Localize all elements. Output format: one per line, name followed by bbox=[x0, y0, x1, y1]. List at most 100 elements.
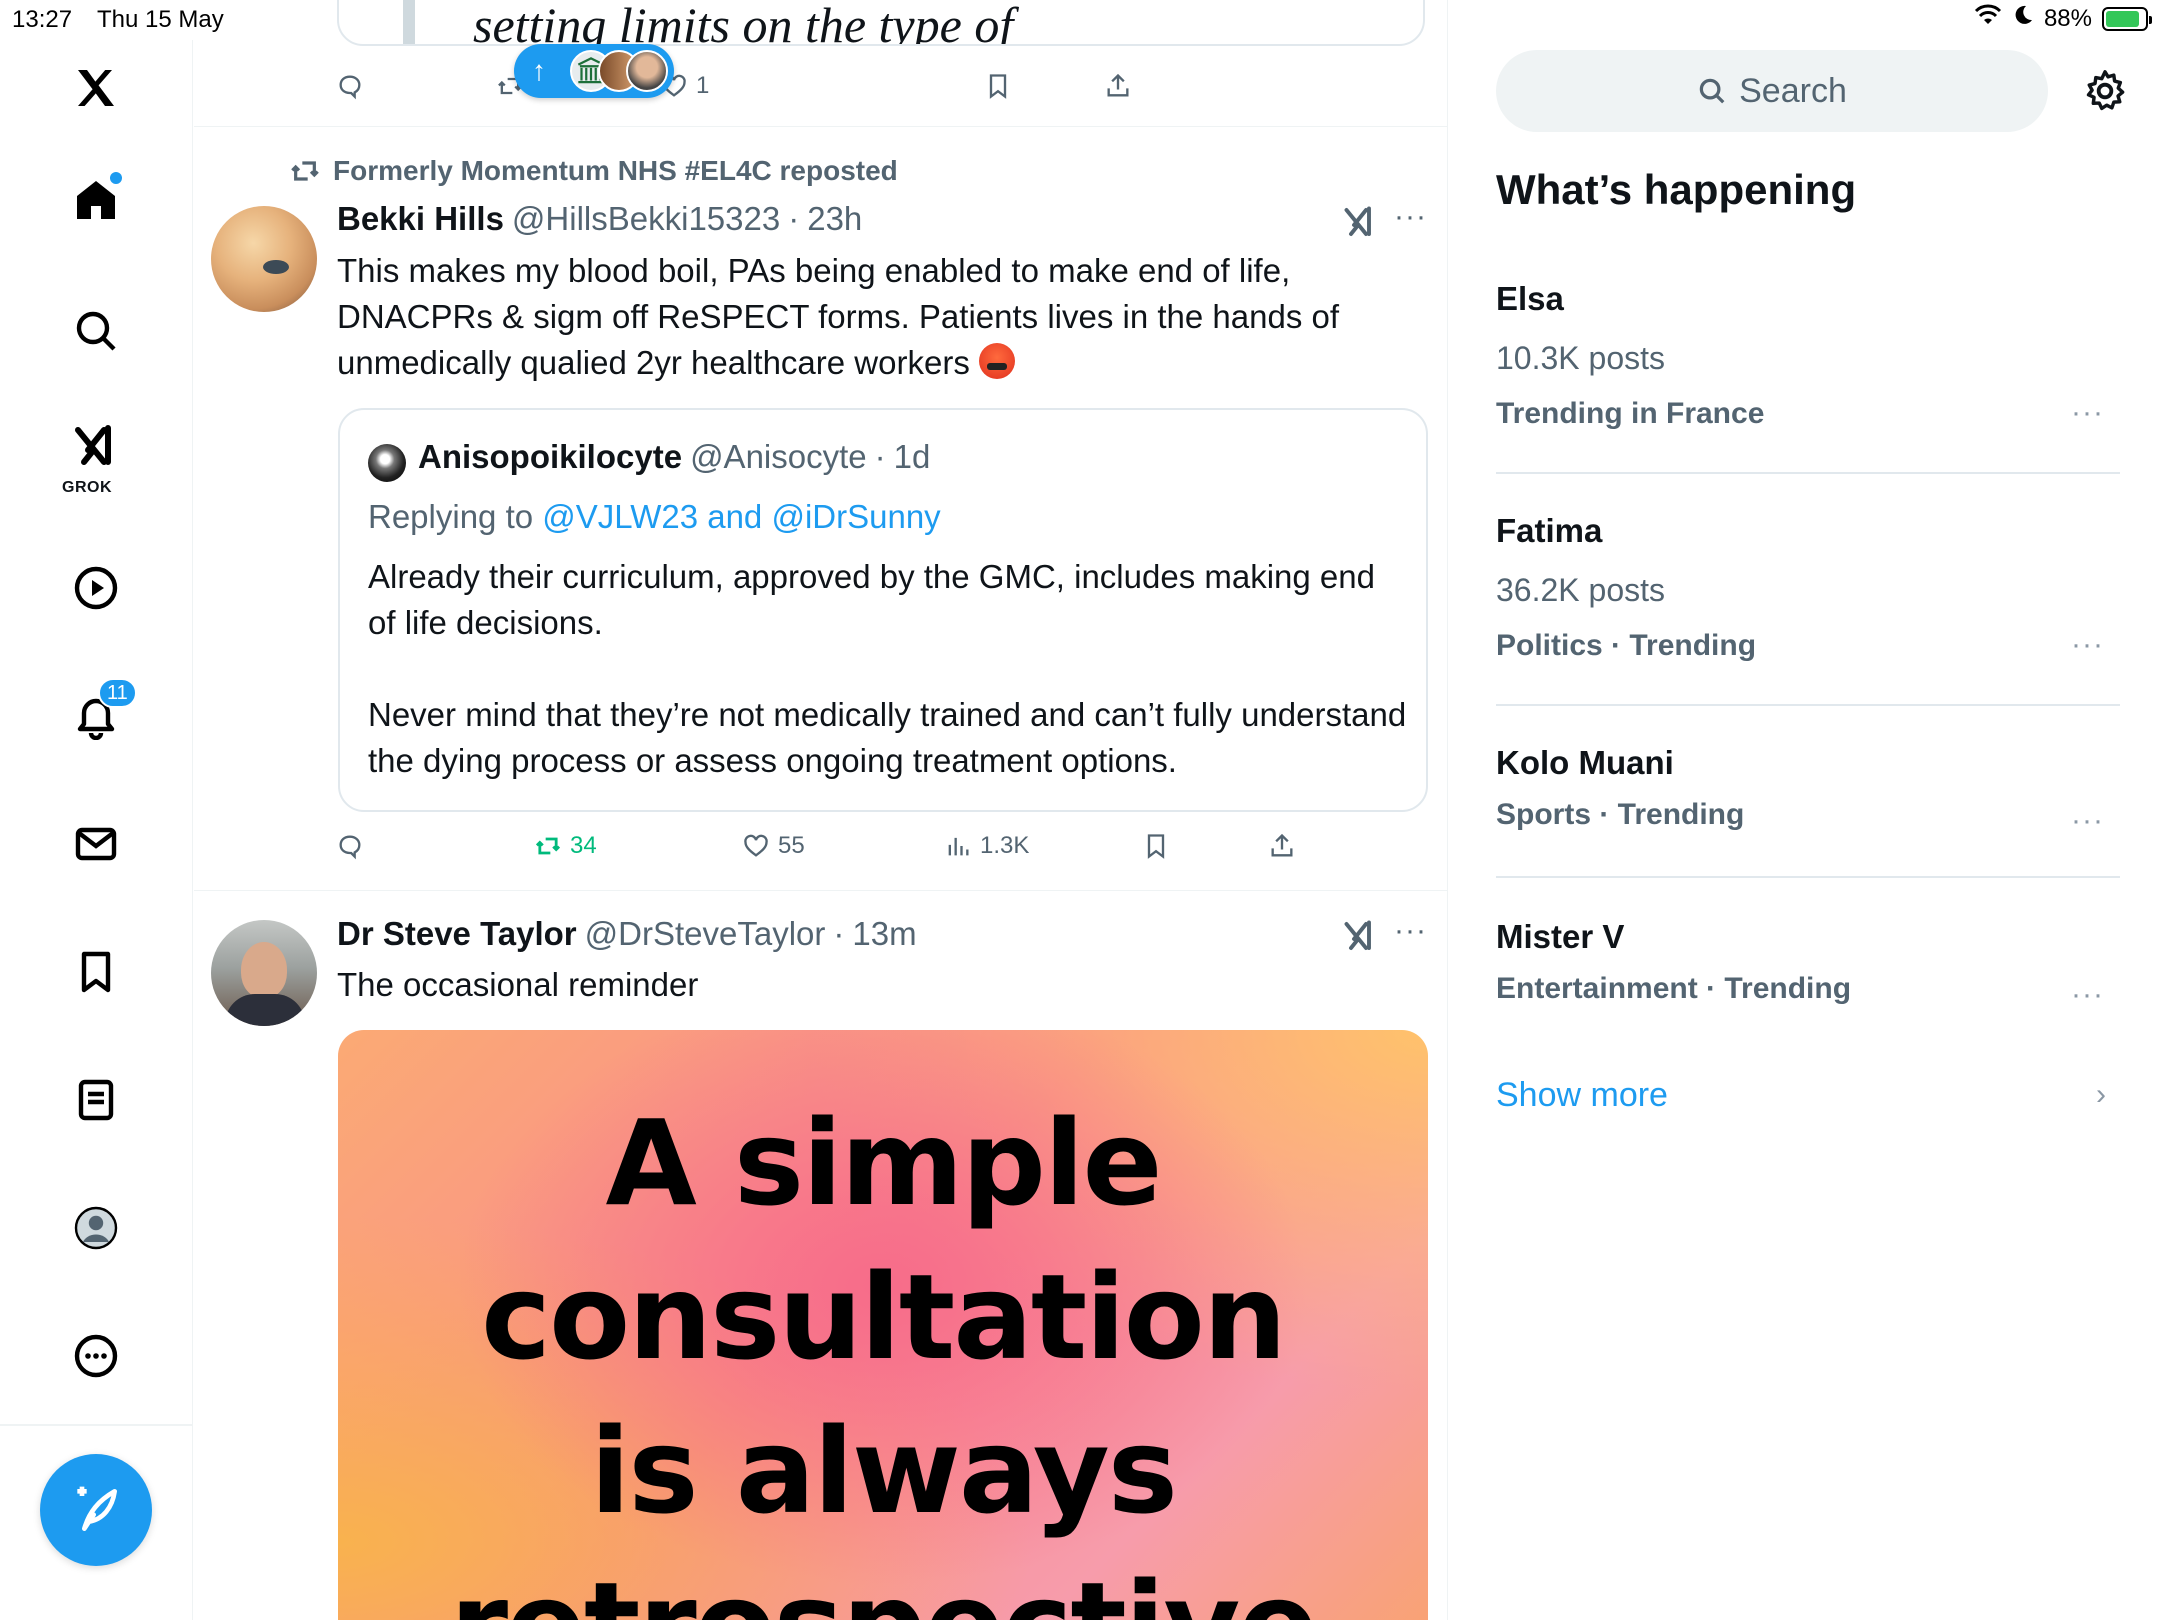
quoted-paragraph: Already their curriculum, approved by th… bbox=[368, 558, 1375, 641]
post-body: This makes my blood boil, PAs being enab… bbox=[337, 252, 1340, 381]
like-count: 55 bbox=[778, 832, 805, 859]
trend-item[interactable]: Kolo Muani Sports · Trending ··· bbox=[1496, 744, 2120, 854]
author-handle[interactable]: @DrSteveTaylor bbox=[585, 915, 826, 953]
more-options-icon[interactable]: ··· bbox=[2071, 978, 2104, 1012]
home-unread-dot bbox=[110, 172, 122, 184]
video-icon[interactable] bbox=[68, 560, 124, 616]
x-logo-icon[interactable] bbox=[68, 60, 124, 116]
moon-icon bbox=[2012, 4, 2034, 33]
trend-name: Fatima bbox=[1496, 512, 1603, 549]
retweet-count: 34 bbox=[570, 832, 597, 859]
grok-icon[interactable] bbox=[68, 418, 124, 474]
trend-count: 36.2K posts bbox=[1496, 572, 1665, 608]
more-options-icon[interactable]: ··· bbox=[2071, 628, 2104, 662]
search-input[interactable]: Search bbox=[1496, 50, 2048, 132]
replying-to-links[interactable]: @VJLW23 and @iDrSunny bbox=[542, 498, 940, 535]
trend-name: Elsa bbox=[1496, 280, 1564, 317]
post-actions: 34 55 1.3K bbox=[194, 826, 1447, 866]
share-button[interactable] bbox=[1268, 832, 1296, 860]
trend-item[interactable]: Mister V Entertainment · Trending ··· bbox=[1496, 918, 2120, 1028]
chevron-right-icon[interactable]: › bbox=[2096, 1078, 2106, 1112]
battery-icon bbox=[2102, 6, 2152, 31]
more-options-icon[interactable]: ··· bbox=[2071, 396, 2104, 430]
profile-icon[interactable] bbox=[68, 1200, 124, 1256]
timeline[interactable]: setting limits on the type of 1 ↑ Former… bbox=[194, 0, 1448, 1620]
header-separator: · bbox=[833, 915, 845, 952]
search-icon bbox=[1699, 78, 1725, 104]
retweet-icon bbox=[291, 161, 319, 181]
author-name[interactable]: Dr Steve Taylor bbox=[337, 915, 577, 953]
mail-icon[interactable] bbox=[68, 816, 124, 872]
new-post-avatar bbox=[626, 50, 668, 92]
avatar-shirt bbox=[225, 994, 305, 1026]
quoted-paragraph: Never mind that they’re not medically tr… bbox=[368, 696, 1407, 779]
new-posts-pill[interactable]: ↑ bbox=[514, 44, 674, 98]
like-button[interactable]: 55 bbox=[742, 832, 805, 860]
previous-post-media[interactable]: setting limits on the type of bbox=[337, 0, 1425, 46]
quoted-header: Anisopoikilocyte @Anisocyte · 1d bbox=[418, 438, 930, 476]
more-icon[interactable] bbox=[68, 1328, 124, 1384]
previous-post-actions: 1 bbox=[194, 66, 1447, 106]
more-options-icon[interactable]: ··· bbox=[1394, 200, 1427, 234]
nav-divider bbox=[0, 1424, 193, 1426]
lists-icon[interactable] bbox=[68, 1072, 124, 1128]
show-more-link[interactable]: Show more bbox=[1496, 1076, 1668, 1115]
retweet-icon bbox=[535, 837, 561, 855]
quoted-text: Already their curriculum, approved by th… bbox=[368, 554, 1408, 830]
retweet-button[interactable]: 34 bbox=[534, 832, 597, 860]
post-text: This makes my blood boil, PAs being enab… bbox=[337, 248, 1397, 386]
trend-item[interactable]: Fatima 36.2K posts Politics · Trending ·… bbox=[1496, 512, 2120, 682]
more-options-icon[interactable]: ··· bbox=[1394, 914, 1427, 948]
repost-label: Formerly Momentum NHS #EL4C reposted bbox=[333, 155, 898, 186]
replying-to: Replying to @VJLW23 and @iDrSunny bbox=[368, 498, 941, 536]
home-icon[interactable] bbox=[68, 172, 124, 228]
views-icon bbox=[948, 837, 969, 856]
reply-button[interactable] bbox=[336, 72, 364, 100]
post-time[interactable]: 13m bbox=[852, 915, 916, 953]
grok-icon[interactable] bbox=[1342, 918, 1378, 954]
post-time[interactable]: 23h bbox=[807, 200, 862, 238]
bell-icon[interactable]: 11 bbox=[68, 678, 137, 744]
bookmark-icon[interactable] bbox=[68, 944, 124, 1000]
trend-item[interactable]: Elsa 10.3K posts Trending in France ··· bbox=[1496, 280, 2120, 450]
avatar[interactable] bbox=[211, 206, 317, 312]
more-options-icon[interactable]: ··· bbox=[2071, 804, 2104, 838]
header-separator: · bbox=[874, 438, 886, 475]
replying-prefix: Replying to bbox=[368, 498, 534, 535]
image-text-line: retrospective bbox=[338, 1556, 1428, 1620]
gear-icon[interactable] bbox=[2082, 68, 2128, 114]
search-icon[interactable] bbox=[68, 303, 124, 359]
bookmark-button[interactable] bbox=[984, 72, 1012, 100]
grok-icon[interactable] bbox=[1342, 204, 1378, 240]
trend-meta: Trending in France bbox=[1496, 397, 1765, 430]
post-header: Bekki Hills @HillsBekki15323 · 23h bbox=[337, 200, 862, 238]
compose-button[interactable] bbox=[40, 1454, 152, 1566]
bookmark-icon bbox=[1147, 834, 1165, 859]
trend-divider bbox=[1496, 876, 2120, 878]
share-icon bbox=[1107, 73, 1129, 97]
avatar[interactable] bbox=[211, 920, 317, 1026]
quoted-post[interactable]: Anisopoikilocyte @Anisocyte · 1d Replyin… bbox=[338, 408, 1428, 812]
author-name[interactable]: Bekki Hills bbox=[337, 200, 504, 238]
post-divider bbox=[194, 126, 1447, 127]
post-body: The occasional reminder bbox=[337, 966, 699, 1003]
views-button[interactable]: 1.3K bbox=[944, 832, 1029, 860]
search-placeholder: Search bbox=[1739, 71, 1847, 110]
image-text-line: A simple bbox=[605, 1094, 1163, 1232]
quoted-author-handle: @Anisocyte bbox=[690, 438, 867, 475]
trend-divider bbox=[1496, 704, 2120, 706]
like-count: 1 bbox=[696, 72, 710, 99]
image-text-line: consultation bbox=[481, 1248, 1287, 1386]
reply-button[interactable] bbox=[336, 832, 364, 860]
post-divider bbox=[194, 890, 1447, 891]
trend-meta: Entertainment · Trending bbox=[1496, 972, 1852, 1005]
quoted-avatar[interactable] bbox=[368, 444, 406, 482]
trend-meta: Sports · Trending bbox=[1496, 798, 1745, 831]
battery-fill bbox=[2106, 10, 2140, 27]
share-button[interactable] bbox=[1104, 72, 1132, 100]
author-handle[interactable]: @HillsBekki15323 bbox=[512, 200, 780, 238]
status-right: 88% bbox=[1974, 4, 2152, 33]
arrow-up-icon: ↑ bbox=[532, 55, 546, 86]
bookmark-button[interactable] bbox=[1142, 832, 1170, 860]
post-image[interactable]: A simple consultation is always retrospe… bbox=[338, 1030, 1428, 1620]
